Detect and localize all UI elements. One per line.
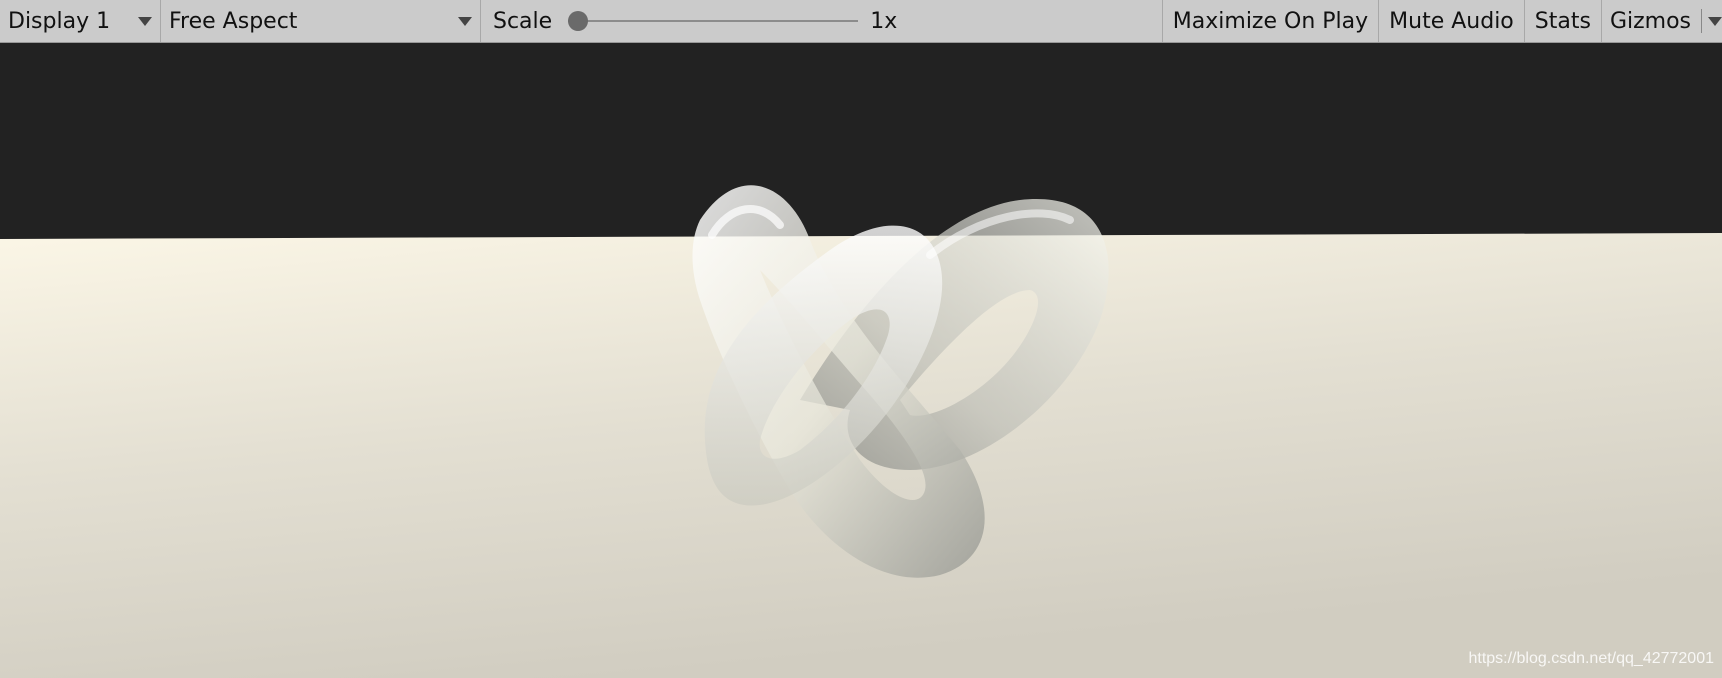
scale-slider-track [568,20,859,22]
sky-background [0,43,1722,219]
aspect-label: Free Aspect [169,8,298,34]
display-label: Display 1 [8,8,111,34]
maximize-on-play-button[interactable]: Maximize On Play [1163,0,1380,42]
scale-value: 1x [870,8,898,34]
scale-slider-thumb[interactable] [568,11,589,31]
scene-viewport[interactable] [0,43,1722,678]
chevron-down-icon [138,16,152,26]
game-view-toolbar: Display 1 Free Aspect Scale 1x Maximize … [0,0,1722,43]
gizmos-separator [1701,9,1702,33]
stats-label: Stats [1534,8,1591,34]
display-dropdown[interactable]: Display 1 [0,0,161,42]
mute-audio-button[interactable]: Mute Audio [1379,0,1525,42]
scale-control: Scale 1x [481,0,1163,42]
aspect-dropdown[interactable]: Free Aspect [161,0,481,42]
maximize-on-play-label: Maximize On Play [1172,8,1369,34]
stats-button[interactable]: Stats [1525,0,1602,42]
mute-audio-label: Mute Audio [1389,8,1514,34]
gizmos-label: Gizmos [1609,8,1691,34]
gizmos-button[interactable]: Gizmos [1602,0,1722,42]
scale-label: Scale [493,8,553,34]
chevron-down-icon[interactable] [1708,16,1722,26]
watermark-text: https://blog.csdn.net/qq_42772001 [1468,650,1714,667]
scale-slider[interactable] [568,11,859,31]
game-view: Display 1 Free Aspect Scale 1x Maximize … [0,0,1722,678]
chevron-down-icon [458,16,472,26]
